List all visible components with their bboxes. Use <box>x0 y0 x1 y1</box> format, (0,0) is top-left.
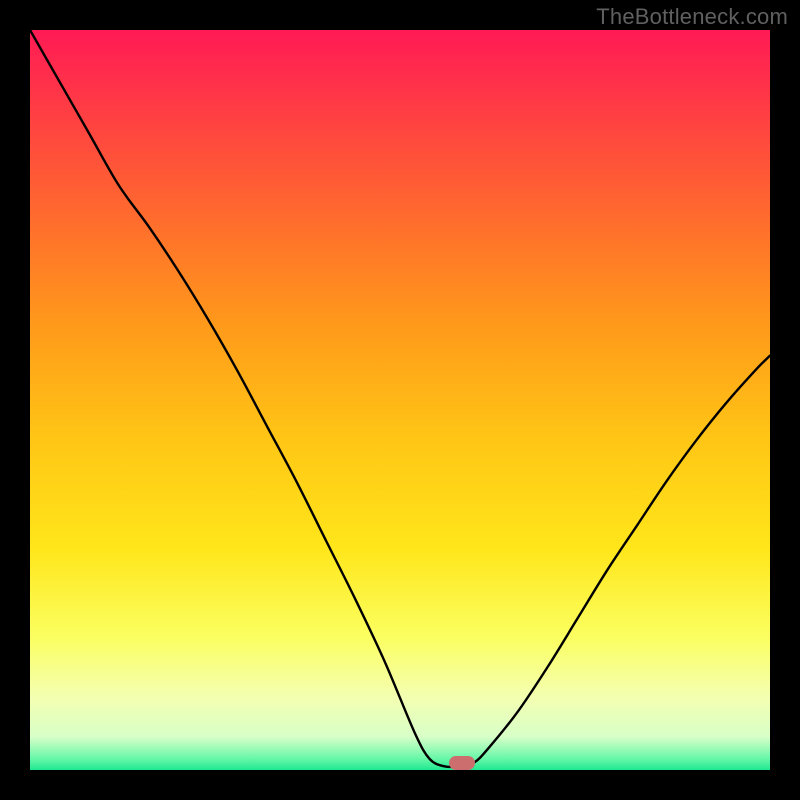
plot-area <box>30 30 770 770</box>
chart-frame: TheBottleneck.com <box>0 0 800 800</box>
optimal-marker <box>449 756 475 770</box>
bottleneck-curve <box>30 30 770 767</box>
curve-layer <box>30 30 770 770</box>
watermark-text: TheBottleneck.com <box>596 4 788 30</box>
